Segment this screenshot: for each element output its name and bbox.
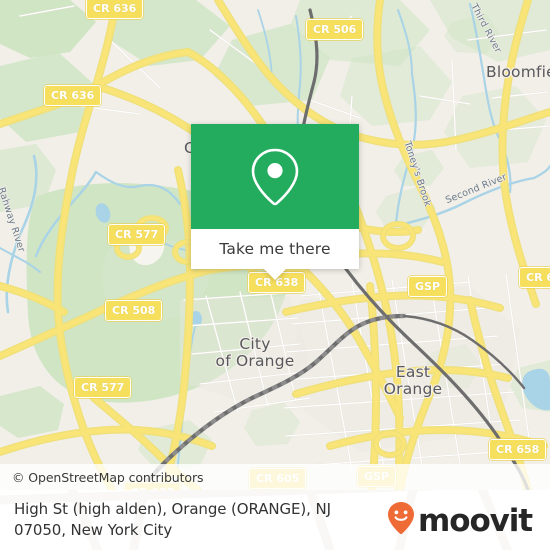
moovit-logo[interactable]: moovit bbox=[387, 501, 536, 540]
popup-pointer-tail bbox=[264, 269, 286, 280]
popup-pin-panel bbox=[191, 124, 359, 229]
location-address: High St (high alden), Orange (ORANGE), N… bbox=[14, 500, 331, 539]
moovit-pin-icon bbox=[387, 501, 415, 540]
location-popup-card[interactable]: Take me there bbox=[191, 124, 359, 280]
footer-content: High St (high alden), Orange (ORANGE), N… bbox=[0, 490, 550, 550]
take-me-there-label: Take me there bbox=[219, 240, 331, 258]
map-attribution-bar: © OpenStreetMap contributors bbox=[0, 464, 550, 490]
take-me-there-button[interactable]: Take me there bbox=[191, 229, 359, 269]
moovit-wordmark: moovit bbox=[418, 502, 533, 539]
moovit-map-screenshot: .park { fill:#cfe5c4; } .park2 { fill:#d… bbox=[0, 0, 550, 550]
map-pin-icon bbox=[247, 146, 303, 208]
map-canvas[interactable]: .park { fill:#cfe5c4; } .park2 { fill:#d… bbox=[0, 0, 550, 490]
openstreetmap-attribution[interactable]: © OpenStreetMap contributors bbox=[0, 470, 204, 485]
footer-bar: High St (high alden), Orange (ORANGE), N… bbox=[0, 490, 550, 550]
